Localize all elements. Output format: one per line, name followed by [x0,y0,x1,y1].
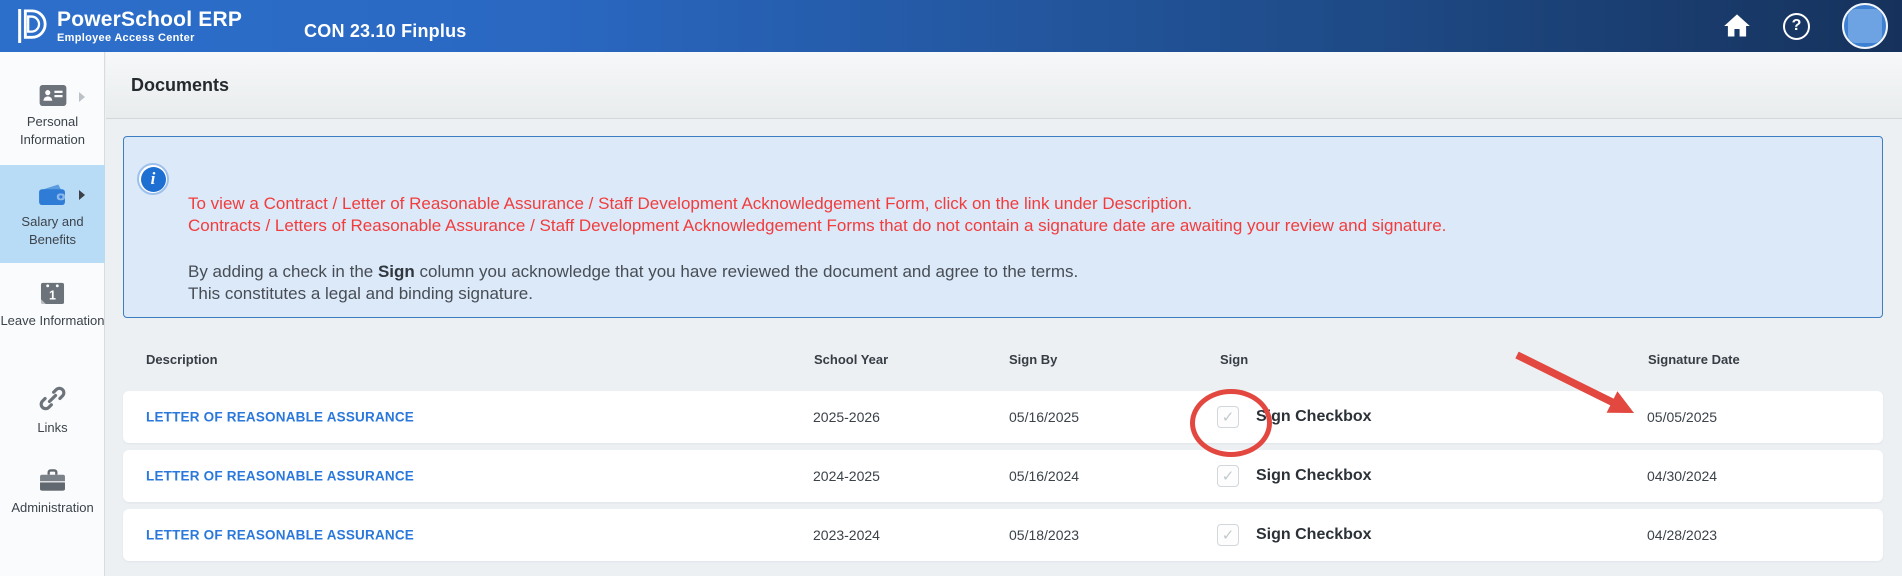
user-avatar[interactable] [1842,3,1888,49]
school-year-value: 2025-2026 [813,409,880,425]
briefcase-icon [39,469,66,492]
column-header-description: Description [146,352,218,367]
sign-checkbox[interactable] [1217,406,1239,428]
sign-by-value: 05/18/2023 [1009,527,1079,543]
document-link[interactable]: LETTER OF REASONABLE ASSURANCE [146,469,414,484]
table-row: LETTER OF REASONABLE ASSURANCE 2024-2025… [123,450,1883,502]
school-year-value: 2023-2024 [813,527,880,543]
column-header-sign-by: Sign By [1009,352,1057,367]
sidebar-item-label: Salary and Benefits [0,213,105,249]
notice-red-line2: Contracts / Letters of Reasonable Assura… [188,216,1446,235]
notice-body-text: By adding a check in the Sign column you… [188,261,1446,305]
table-row: LETTER OF REASONABLE ASSURANCE 2023-2024… [123,509,1883,561]
page-titlebar: Documents [106,52,1902,119]
environment-label: CON 23.10 Finplus [304,21,466,42]
page-title: Documents [131,75,229,96]
sidebar-item-links[interactable]: Links [0,385,105,455]
notice-red-text: To view a Contract / Letter of Reasonabl… [188,193,1446,237]
link-icon [39,385,66,412]
sign-checkbox[interactable] [1217,524,1239,546]
sign-checkbox-label: Sign Checkbox [1256,526,1372,544]
signature-date-value: 05/05/2025 [1647,409,1717,425]
chevron-right-icon [79,92,85,102]
column-header-school-year: School Year [814,352,888,367]
sidebar-item-label: Personal Information [0,113,105,149]
school-year-value: 2024-2025 [813,468,880,484]
app-subtitle: Employee Access Center [57,32,242,44]
app-title: PowerSchool ERP [57,8,242,31]
table-row: LETTER OF REASONABLE ASSURANCE 2025-2026… [123,391,1883,443]
main-content: Documents i To view a Contract / Letter … [106,52,1902,576]
document-link[interactable]: LETTER OF REASONABLE ASSURANCE [146,528,414,543]
document-link[interactable]: LETTER OF REASONABLE ASSURANCE [146,410,414,425]
signature-date-value: 04/28/2023 [1647,527,1717,543]
sidebar-item-salary-and-benefits[interactable]: Salary and Benefits [0,165,105,263]
sidebar-item-leave-information[interactable]: 1 Leave Information [0,281,105,366]
sidebar-item-label: Leave Information [0,312,105,330]
column-header-sign: Sign [1220,352,1248,367]
wallet-icon [38,183,67,206]
logo-block: PowerSchool ERP Employee Access Center [14,7,242,45]
sign-by-value: 05/16/2025 [1009,409,1079,425]
table-header-row: Description School Year Sign By Sign Sig… [123,352,1883,376]
id-card-icon [39,85,67,106]
sign-checkbox[interactable] [1217,465,1239,487]
help-icon[interactable] [1783,13,1810,40]
calendar-icon: 1 [40,281,65,305]
sign-checkbox-label: Sign Checkbox [1256,467,1372,485]
chevron-right-icon [79,190,85,200]
sidebar-item-label: Administration [0,499,105,517]
sign-checkbox-label: Sign Checkbox [1256,408,1372,426]
column-header-signature-date: Signature Date [1648,352,1740,367]
svg-text:1: 1 [49,289,56,303]
sign-by-value: 05/16/2024 [1009,468,1079,484]
info-icon: i [137,163,169,195]
info-notice-box: i To view a Contract / Letter of Reasona… [123,136,1883,318]
sidebar: Personal Information Salary and Benefits… [0,52,105,576]
notice-red-line1: To view a Contract / Letter of Reasonabl… [188,194,1192,213]
signature-date-value: 04/30/2024 [1647,468,1717,484]
app-window: PowerSchool ERP Employee Access Center C… [0,0,1902,576]
sidebar-item-personal-information[interactable]: Personal Information [0,82,105,162]
app-header: PowerSchool ERP Employee Access Center C… [0,0,1902,52]
avatar-image [1848,9,1882,43]
sidebar-item-label: Links [0,419,105,437]
home-icon[interactable] [1723,13,1751,39]
sidebar-item-administration[interactable]: Administration [0,469,105,539]
header-actions [1723,0,1888,52]
powerschool-logo-icon [14,7,48,45]
